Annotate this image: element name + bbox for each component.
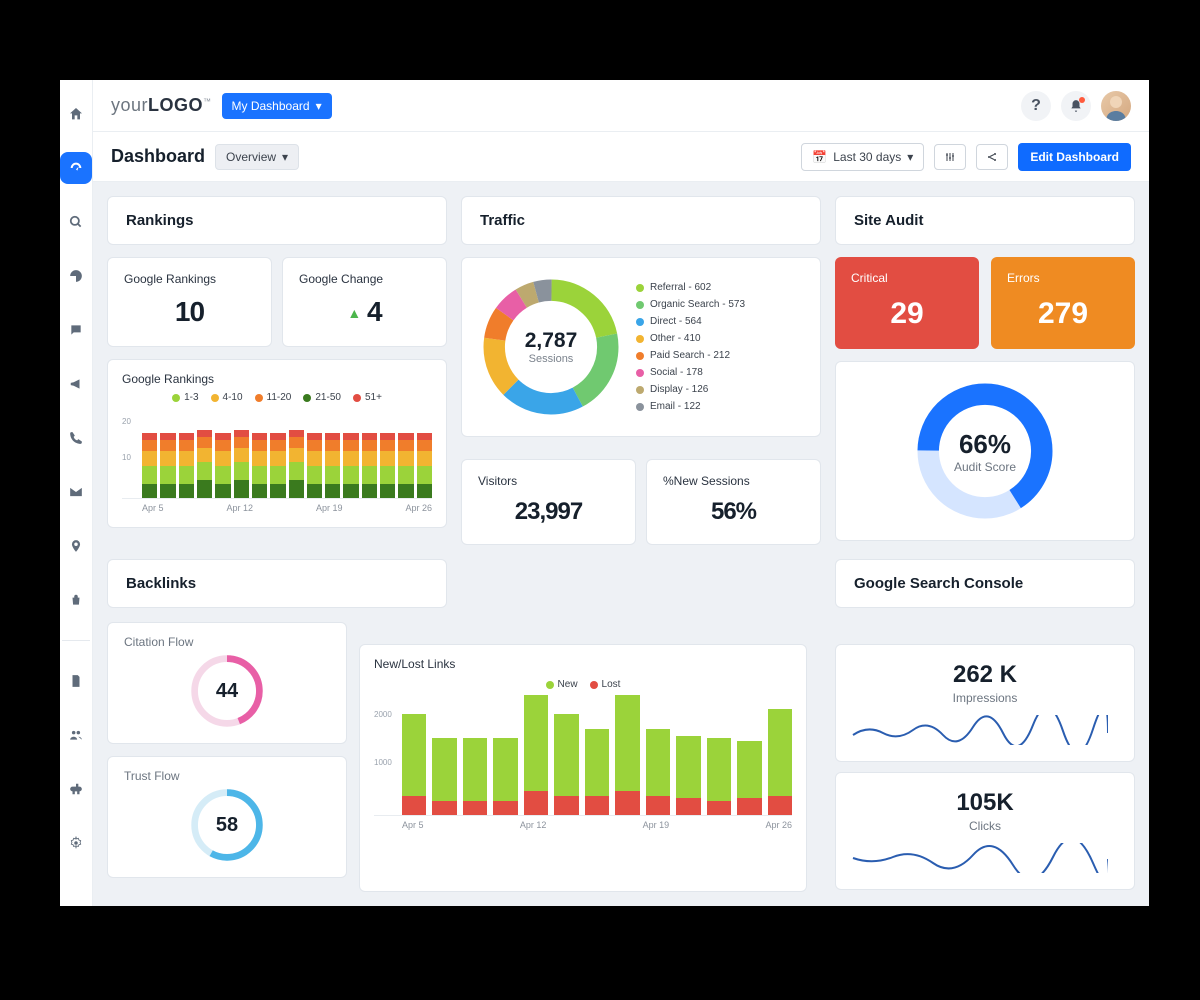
google-change-stat[interactable]: Google Change ▲ 4 [282, 257, 447, 347]
new-sessions-stat[interactable]: %New Sessions 56% [646, 459, 821, 545]
sidebar-search-icon[interactable] [60, 206, 92, 238]
newlost-xticks: Apr 5Apr 12Apr 19Apr 26 [374, 820, 792, 830]
site-audit-header: Site Audit [835, 196, 1135, 245]
left-sidebar [60, 80, 93, 906]
newlost-legend: NewLost [374, 679, 792, 690]
visitors-stat[interactable]: Visitors 23,997 [461, 459, 636, 545]
google-rankings-chart[interactable]: Google Rankings 1-34-1011-2021-5051+ 20 … [107, 359, 447, 528]
sidebar-home-icon[interactable] [60, 98, 92, 130]
clicks-card[interactable]: 105K Clicks [835, 772, 1135, 890]
edit-dashboard-button[interactable]: Edit Dashboard [1018, 143, 1131, 171]
rankings-header: Rankings [107, 196, 447, 245]
sidebar-chat-icon[interactable] [60, 314, 92, 346]
clicks-sparkline [848, 843, 1108, 873]
errors-stat[interactable]: Errors 279 [991, 257, 1135, 349]
share-button[interactable] [976, 144, 1008, 170]
date-range-button[interactable]: 📅Last 30 days▾ [801, 143, 924, 171]
audit-score-card[interactable]: 66% Audit Score [835, 361, 1135, 541]
titlebar: Dashboard Overview▾ 📅Last 30 days▾ Edit … [93, 132, 1149, 182]
sidebar-mail-icon[interactable] [60, 476, 92, 508]
sidebar-megaphone-icon[interactable] [60, 368, 92, 400]
page-title: Dashboard [111, 146, 205, 167]
my-dashboard-button[interactable]: My Dashboard▾ [222, 93, 332, 119]
gsc-header: Google Search Console [835, 559, 1135, 608]
sidebar-users-icon[interactable] [60, 719, 92, 751]
trust-flow-card[interactable]: Trust Flow 58 [107, 756, 347, 878]
notification-dot-icon [1079, 97, 1085, 103]
sidebar-phone-icon[interactable] [60, 422, 92, 454]
rankings-chart-xticks: Apr 5Apr 12Apr 19Apr 26 [122, 503, 432, 513]
backlinks-header: Backlinks [107, 559, 447, 608]
user-avatar[interactable] [1101, 91, 1131, 121]
notifications-button[interactable] [1061, 91, 1091, 121]
help-button[interactable]: ? [1021, 91, 1051, 121]
sidebar-dashboard-icon[interactable] [60, 152, 92, 184]
sidebar-plugin-icon[interactable] [60, 773, 92, 805]
traffic-header: Traffic [461, 196, 821, 245]
caret-down-icon: ▾ [282, 150, 288, 164]
overview-button[interactable]: Overview▾ [215, 144, 299, 170]
logo: yourLOGO™ [111, 95, 212, 116]
rankings-chart-legend: 1-34-1011-2021-5051+ [122, 392, 432, 403]
critical-issues-stat[interactable]: Critical 29 [835, 257, 979, 349]
impressions-card[interactable]: 262 K Impressions [835, 644, 1135, 762]
caret-down-icon: ▾ [316, 99, 322, 113]
topbar: yourLOGO™ My Dashboard▾ ? [93, 80, 1149, 132]
sidebar-divider [62, 640, 90, 641]
up-arrow-icon: ▲ [347, 305, 360, 321]
sidebar-file-icon[interactable] [60, 665, 92, 697]
sidebar-location-icon[interactable] [60, 530, 92, 562]
impressions-sparkline [848, 715, 1108, 745]
caret-down-icon: ▾ [907, 150, 913, 164]
sidebar-analytics-icon[interactable] [60, 260, 92, 292]
filter-button[interactable] [934, 144, 966, 170]
sidebar-settings-icon[interactable] [60, 827, 92, 859]
traffic-legend: Referral - 602Organic Search - 573Direct… [636, 282, 745, 412]
traffic-donut-card[interactable]: 2,787 Sessions Referral - 602Organic Sea… [461, 257, 821, 437]
new-lost-links-chart[interactable]: New/Lost Links NewLost 2000 1000 Apr 5Ap… [359, 644, 807, 892]
sidebar-shop-icon[interactable] [60, 584, 92, 616]
calendar-icon: 📅 [812, 150, 827, 164]
citation-flow-card[interactable]: Citation Flow 44 [107, 622, 347, 744]
google-rankings-stat[interactable]: Google Rankings 10 [107, 257, 272, 347]
